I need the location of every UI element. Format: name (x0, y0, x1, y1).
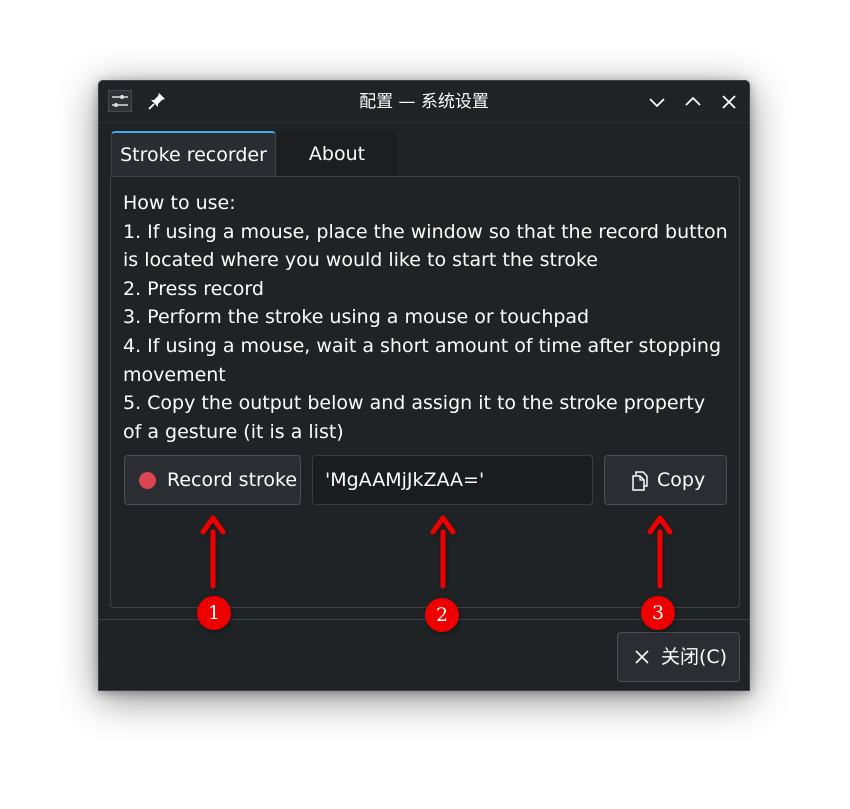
dialog-footer: 关闭(C) (99, 619, 749, 690)
record-stroke-label: Record stroke (167, 469, 298, 491)
record-stroke-button[interactable]: Record stroke (124, 455, 301, 505)
title-bar[interactable]: 配置 — 系统设置 (99, 81, 749, 123)
stroke-recorder-panel: How to use: 1. If using a mouse, place t… (110, 176, 740, 608)
instruction-line: movement (123, 363, 226, 386)
close-window-icon[interactable] (718, 91, 740, 113)
annotation-badge-3: 3 (641, 596, 675, 630)
close-icon (635, 650, 649, 664)
tab-about[interactable]: About (277, 131, 397, 177)
minimize-icon[interactable] (646, 91, 668, 113)
instruction-line: 1. If using a mouse, place the window so… (123, 220, 728, 243)
instruction-line: is located where you would like to start… (123, 249, 598, 272)
instruction-line: 3. Perform the stroke using a mouse or t… (123, 306, 590, 329)
copy-label: Copy (657, 469, 706, 491)
copy-button[interactable]: Copy (604, 455, 727, 505)
instruction-line: of a gesture (it is a list) (123, 420, 344, 443)
copy-icon (632, 471, 648, 491)
close-button[interactable]: 关闭(C) (617, 632, 740, 682)
stroke-output-field[interactable]: 'MgAAMjJkZAA=' (312, 455, 593, 505)
record-icon (139, 472, 156, 489)
tab-stroke-recorder[interactable]: Stroke recorder (111, 131, 276, 177)
annotation-badge-1: 1 (197, 596, 231, 630)
instructions-text: How to use: 1. If using a mouse, place t… (123, 189, 728, 446)
annotation-badge-2: 2 (425, 598, 459, 632)
instruction-line: How to use: (123, 192, 236, 214)
instruction-line: 5. Copy the output below and assign it t… (123, 392, 706, 415)
close-label: 关闭(C) (661, 646, 728, 668)
instruction-line: 4. If using a mouse, wait a short amount… (123, 334, 722, 357)
maximize-icon[interactable] (682, 91, 704, 113)
instruction-line: 2. Press record (123, 277, 264, 300)
